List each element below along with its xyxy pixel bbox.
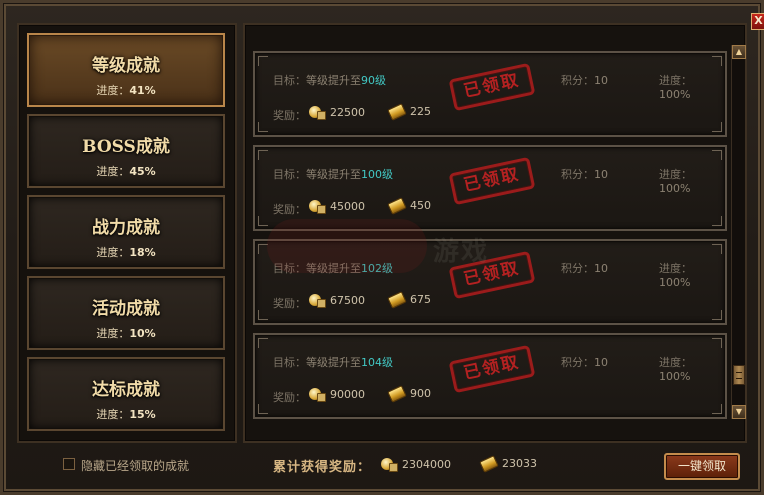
gold-ingot-icon (387, 196, 407, 215)
corner-ornament (258, 404, 268, 414)
corner-ornament (258, 56, 268, 66)
reward-label: 奖励： (273, 297, 306, 310)
claimed-stamp: 已领取 (448, 156, 536, 206)
reward-money: 22500 (309, 105, 365, 120)
gold-ingot-icon (479, 454, 499, 473)
hide-claimed-checkbox[interactable] (63, 458, 75, 470)
achievement-card: 目标：等级提升至90级 积分：10 进度：100% 奖励： 22500 225 … (253, 51, 727, 137)
coin-bag-icon (309, 199, 326, 214)
sidebar-item-title: 等级成就 (92, 56, 160, 76)
target-label: 目标： (273, 74, 306, 87)
corner-ornament (258, 216, 268, 226)
reward-gold: 900 (387, 384, 431, 403)
achievement-window: X 等级成就 进度：41% BOSS成就 进度：45% 战力成就 进度：18% … (0, 0, 764, 495)
achievement-reward-row: 奖励： 45000 450 (273, 196, 723, 217)
reward-money: 45000 (309, 199, 365, 214)
sidebar-item-level[interactable]: 等级成就 进度：41% (27, 33, 225, 107)
target-level: 100级 (361, 168, 393, 181)
sidebar-item-activity[interactable]: 活动成就 进度：10% (27, 276, 225, 350)
corner-ornament (712, 56, 722, 66)
total-gold: 23033 (479, 454, 537, 473)
target-level: 104级 (361, 356, 393, 369)
total-money: 2304000 (381, 457, 451, 472)
target-text: 等级提升至 (306, 168, 361, 181)
gold-ingot-icon (387, 290, 407, 309)
close-button[interactable]: X (751, 13, 764, 30)
achievement-card: 目标：等级提升至104级 积分：10 进度：100% 奖励： 90000 900… (253, 333, 727, 419)
corner-ornament (258, 122, 268, 132)
target-text: 等级提升至 (306, 356, 361, 369)
reward-label: 奖励： (273, 391, 306, 404)
corner-ornament (712, 310, 722, 320)
target-label: 目标： (273, 168, 306, 181)
watermark-logo (267, 219, 427, 273)
corner-ornament (258, 150, 268, 160)
reward-label: 奖励： (273, 203, 306, 216)
reward-gold: 675 (387, 290, 431, 309)
score: 积分：10 (561, 356, 608, 369)
corner-ornament (258, 338, 268, 348)
sidebar-item-power[interactable]: 战力成就 进度：18% (27, 195, 225, 269)
gold-ingot-icon (387, 102, 407, 121)
sidebar-item-progress: 进度：15% (96, 408, 156, 421)
hide-claimed-label: 隐藏已经领取的成就 (81, 459, 190, 473)
progress: 进度：100% (659, 74, 692, 101)
coin-bag-icon (381, 457, 398, 472)
claim-all-button[interactable]: 一键领取 (664, 453, 740, 480)
sidebar-item-title: 达标成就 (92, 380, 160, 400)
reward-gold: 225 (387, 102, 431, 121)
category-sidebar: 等级成就 进度：41% BOSS成就 进度：45% 战力成就 进度：18% 活动… (17, 23, 237, 443)
reward-gold: 450 (387, 196, 431, 215)
scroll-thumb[interactable] (733, 365, 745, 385)
claimed-stamp: 已领取 (448, 62, 536, 112)
progress: 进度：100% (659, 262, 692, 289)
progress: 进度：100% (659, 356, 692, 383)
target-label: 目标： (273, 356, 306, 369)
reward-label: 奖励： (273, 109, 306, 122)
corner-ornament (258, 310, 268, 320)
coin-bag-icon (309, 293, 326, 308)
sidebar-item-title: 活动成就 (92, 299, 160, 319)
corner-ornament (712, 150, 722, 160)
progress: 进度：100% (659, 168, 692, 195)
sidebar-item-standard[interactable]: 达标成就 进度：15% (27, 357, 225, 431)
corner-ornament (712, 404, 722, 414)
achievement-reward-row: 奖励： 22500 225 (273, 102, 723, 123)
list-scrollbar[interactable]: ▲ ▼ (731, 45, 746, 419)
coin-bag-icon (309, 105, 326, 120)
reward-money: 90000 (309, 387, 365, 402)
score: 积分：10 (561, 74, 608, 87)
corner-ornament (712, 122, 722, 132)
reward-money: 67500 (309, 293, 365, 308)
sidebar-item-boss[interactable]: BOSS成就 进度：45% (27, 114, 225, 188)
corner-ornament (712, 244, 722, 254)
corner-ornament (712, 216, 722, 226)
sidebar-item-progress: 进度：45% (96, 165, 156, 178)
total-rewards-label: 累计获得奖励： (273, 460, 372, 475)
sidebar-item-progress: 进度：10% (96, 327, 156, 340)
score: 积分：10 (561, 168, 608, 181)
sidebar-item-progress: 进度：41% (96, 84, 156, 97)
score: 积分：10 (561, 262, 608, 275)
sidebar-item-title: BOSS成就 (82, 137, 170, 157)
coin-bag-icon (309, 387, 326, 402)
target-level: 90级 (361, 74, 386, 87)
gold-ingot-icon (387, 384, 407, 403)
corner-ornament (712, 338, 722, 348)
sidebar-item-progress: 进度：18% (96, 246, 156, 259)
scroll-down-icon[interactable]: ▼ (732, 405, 746, 419)
achievement-reward-row: 奖励： 67500 675 (273, 290, 723, 311)
target-text: 等级提升至 (306, 74, 361, 87)
achievement-reward-row: 奖励： 90000 900 (273, 384, 723, 405)
sidebar-item-title: 战力成就 (92, 218, 160, 238)
watermark-text: 游戏 (433, 237, 490, 267)
scroll-up-icon[interactable]: ▲ (732, 45, 746, 59)
claimed-stamp: 已领取 (448, 344, 536, 394)
